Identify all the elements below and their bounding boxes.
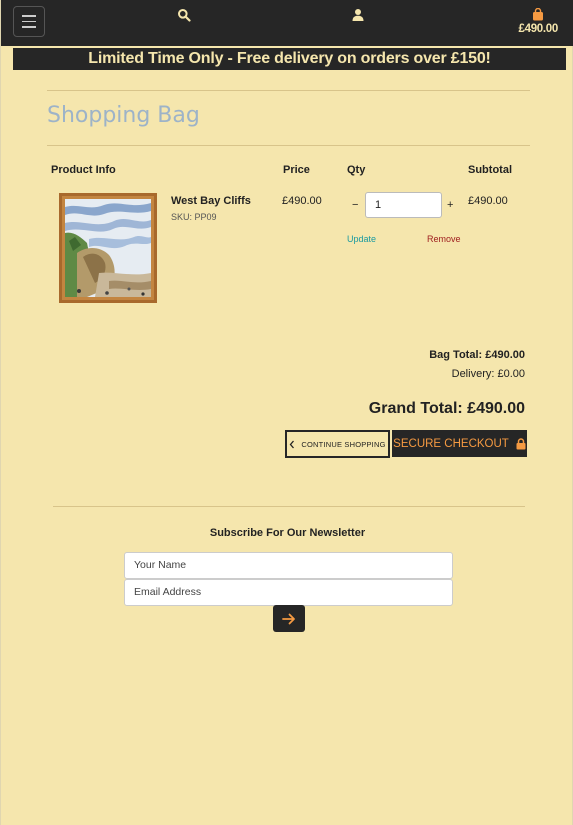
divider — [53, 506, 525, 507]
product-name[interactable]: West Bay Cliffs — [171, 195, 251, 207]
search-icon[interactable] — [177, 8, 191, 22]
update-link[interactable]: Update — [347, 234, 376, 244]
promo-banner: Limited Time Only - Free delivery on ord… — [13, 48, 566, 70]
shopping-bag-icon — [533, 8, 544, 21]
product-price: £490.00 — [282, 195, 322, 207]
header-product-info: Product Info — [51, 164, 116, 176]
newsletter-name-input[interactable]: Your Name — [124, 552, 453, 579]
continue-shopping-button[interactable]: CONTINUE SHOPPING — [285, 430, 390, 458]
header-bag-total: £490.00 — [518, 23, 559, 35]
newsletter-title: Subscribe For Our Newsletter — [209, 527, 366, 539]
product-image[interactable] — [59, 193, 157, 303]
qty-decrement-button[interactable]: − — [352, 199, 358, 211]
page-title: Shopping Bag — [47, 103, 200, 128]
product-sku: SKU: PP09 — [171, 212, 217, 222]
divider — [47, 90, 530, 91]
divider — [47, 145, 530, 146]
menu-icon-line — [22, 26, 36, 28]
top-navbar: £490.00 — [1, 0, 573, 46]
secure-checkout-button[interactable]: SECURE CHECKOUT — [392, 430, 527, 457]
secure-checkout-label: SECURE CHECKOUT — [393, 437, 509, 450]
product-subtotal: £490.00 — [468, 195, 508, 207]
menu-icon-line — [22, 15, 36, 17]
quantity-input[interactable]: 1 — [365, 192, 442, 218]
delivery-cost: Delivery: £0.00 — [451, 368, 525, 380]
arrow-right-icon — [282, 613, 295, 624]
menu-icon-line — [22, 20, 36, 23]
continue-shopping-label: CONTINUE SHOPPING — [301, 439, 386, 449]
chevron-left-icon — [290, 440, 295, 448]
lock-icon — [516, 437, 526, 449]
header-qty: Qty — [347, 164, 366, 176]
grand-total: Grand Total: £490.00 — [368, 400, 525, 417]
newsletter-email-input[interactable]: Email Address — [124, 579, 453, 606]
remove-link[interactable]: Remove — [427, 234, 461, 244]
newsletter-submit-button[interactable] — [273, 605, 305, 632]
qty-increment-button[interactable]: + — [447, 199, 453, 211]
header-subtotal: Subtotal — [468, 164, 512, 176]
header-price: Price — [283, 164, 310, 176]
user-icon[interactable] — [351, 8, 365, 22]
bag-link[interactable]: £490.00 — [519, 8, 558, 35]
bag-total: Bag Total: £490.00 — [429, 349, 525, 361]
menu-toggle-button[interactable] — [13, 6, 45, 37]
